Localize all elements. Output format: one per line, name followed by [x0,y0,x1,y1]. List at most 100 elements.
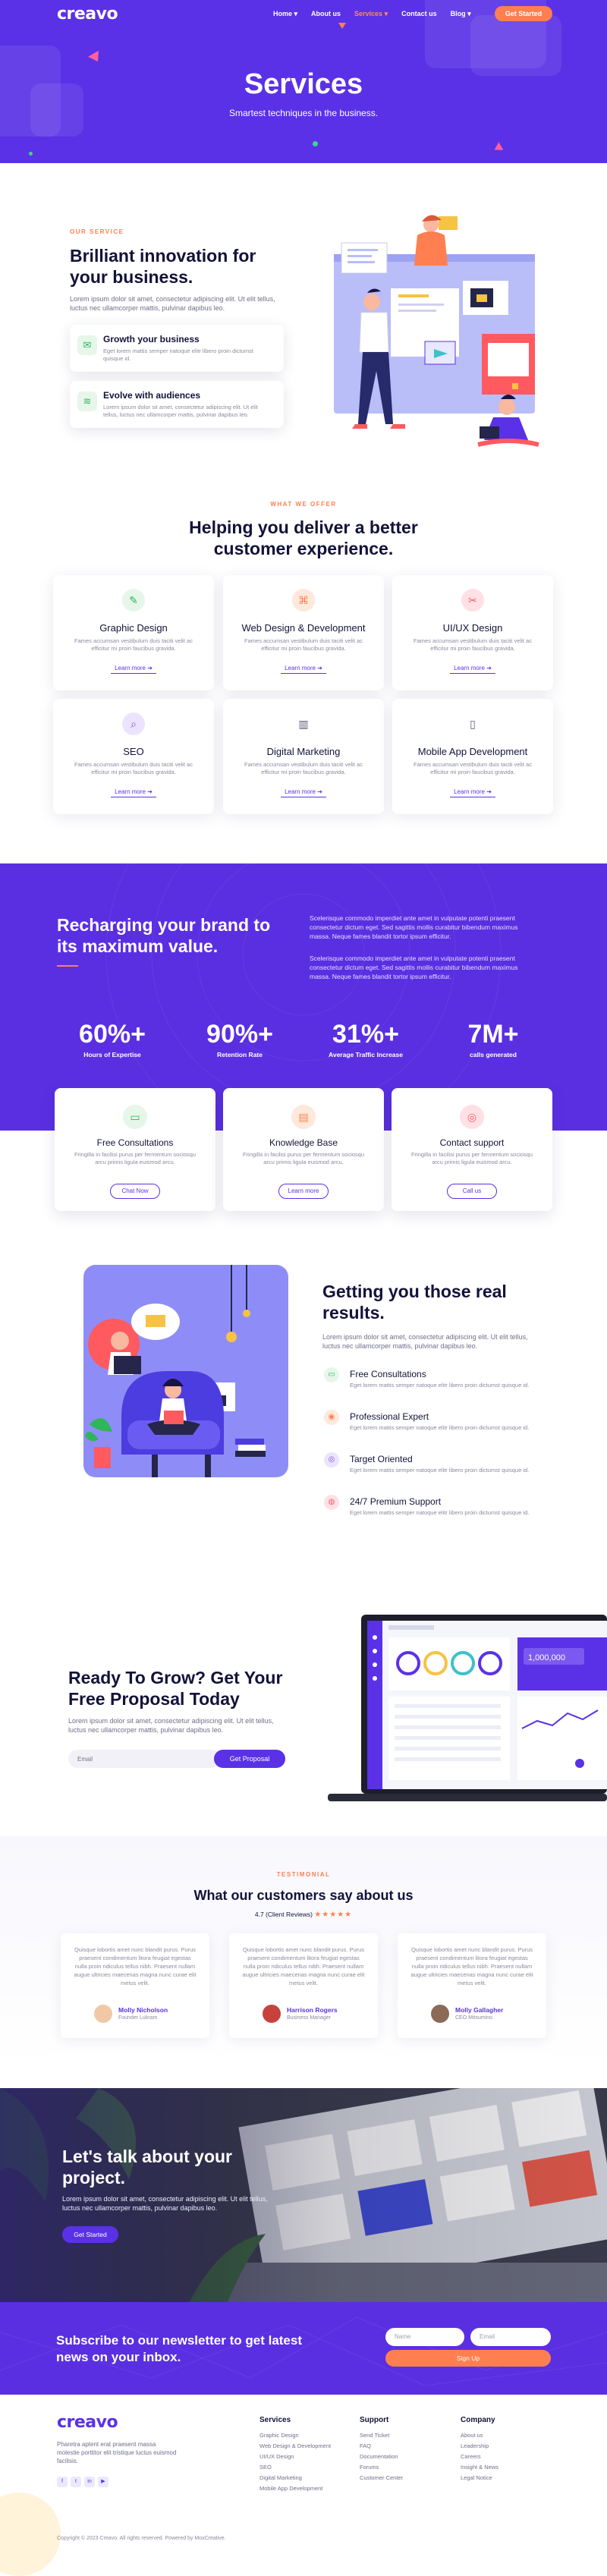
learn-more-link[interactable]: Learn more ➔ [111,665,156,674]
stat-item: 31%+ Average Traffic Increase [305,1020,426,1058]
title-underline [57,965,78,967]
support-text: Fringilla in facilisi purus per fermentu… [410,1151,533,1165]
get-started-button[interactable]: Get Started [495,6,552,21]
stat-value: 90%+ [206,1020,273,1049]
footer-link[interactable]: Forums [360,2464,403,2471]
footer-link[interactable]: Web Design & Development [259,2442,331,2449]
footer-link[interactable]: Legal Notice [461,2474,498,2481]
footer-link[interactable]: SEO [259,2464,331,2471]
illustration-artwork [85,1265,266,1477]
section-title: Let's talk about your project. [62,2147,233,2188]
sign-up-button[interactable]: Sign Up [385,2350,551,2367]
footer-link[interactable]: Leadership [461,2442,498,2449]
logo[interactable]: creavo [57,5,118,24]
lifebuoy-icon: ◍ [324,1495,339,1510]
learn-more-button[interactable]: Learn more [278,1184,329,1199]
proposal-form: Get Proposal [68,1750,285,1768]
hero-section: creavo Home ▾ About us Services ▾ Contac… [0,0,607,163]
service-text: Fames accumsan vestibulum duis taciti ve… [244,761,363,775]
email-field[interactable]: Email [470,2328,551,2346]
service-card[interactable]: ⌘ Web Design & Development Fames accumsa… [223,575,384,690]
result-item: ▭ Free Consultations Eget lorem mattis s… [322,1366,550,1399]
nav-link-services[interactable]: Services ▾ [354,10,388,18]
linkedin-icon[interactable]: in [84,2477,95,2487]
footer-logo[interactable]: creavo [57,2413,118,2432]
service-title: SEO [123,746,144,757]
laptop-dashboard-image: 1,000,000 [328,1615,607,1813]
footer-link[interactable]: About us [461,2432,498,2439]
learn-more-link[interactable]: Learn more ➔ [450,665,495,674]
stat-item: 90%+ Retention Rate [179,1020,300,1058]
top-navbar: creavo Home ▾ About us Services ▾ Contac… [0,0,607,27]
footer-link[interactable]: FAQ [360,2442,403,2449]
footer-heading: Support [360,2416,389,2424]
facebook-icon[interactable]: f [57,2477,68,2487]
footer-link[interactable]: Graphic Design [259,2432,331,2439]
mobile-icon: ▯ [461,712,484,735]
service-card[interactable]: ▯ Mobile App Development Fames accumsan … [392,699,553,814]
support-title: Knowledge Base [269,1137,338,1148]
chat-now-button[interactable]: Chat Now [110,1184,160,1199]
learn-more-link[interactable]: Learn more ➔ [450,788,495,797]
section-title: Brilliant innovation for your business. [70,246,256,287]
testimonial-card: Quisque lobortis amet nunc blandit purus… [61,1933,209,2038]
section-text: Lorem ipsum dolor sit amet, consectetur … [322,1333,528,1350]
name-field[interactable]: Name [385,2328,464,2346]
support-text: Fringilla in facilisi purus per fermentu… [74,1151,197,1165]
footer-link[interactable]: Documentation [360,2453,403,2460]
service-text: Fames accumsan vestibulum duis taciti ve… [74,637,193,652]
footer-link[interactable]: Careers [461,2453,498,2460]
rating-summary: 4.7 (Client Reviews) ★★★★★ [0,1911,607,1919]
nav-link-about[interactable]: About us [311,10,341,18]
footer-link[interactable]: Insight & News [461,2464,498,2471]
footer-link[interactable]: Mobile App Development [259,2485,331,2492]
nav-link-home[interactable]: Home ▾ [273,10,297,18]
get-proposal-button[interactable]: Get Proposal [214,1750,285,1768]
youtube-icon[interactable]: ▶ [98,2477,109,2487]
service-text: Fames accumsan vestibulum duis taciti ve… [244,637,363,652]
footer-link[interactable]: Digital Marketing [259,2474,331,2481]
learn-more-link[interactable]: Learn more ➔ [111,788,156,797]
feature-card: ✉ Growth your business Eget lorem mattis… [70,325,284,372]
get-started-button[interactable]: Get Started [62,2226,118,2243]
section-eyebrow: WHAT WE OFFER [270,501,337,508]
page-title: Services [244,68,363,100]
email-field[interactable] [68,1750,220,1768]
footer-link[interactable]: Send Ticket [360,2432,403,2439]
stat-value: 31%+ [332,1020,399,1049]
nav-links: Home ▾ About us Services ▾ Contact us Bl… [273,10,471,18]
footer-link[interactable]: Customer Center [360,2474,403,2481]
section-title: What our customers say about us [193,1888,414,1903]
twitter-icon[interactable]: t [71,2477,81,2487]
seo-search-icon: ⌕ [122,712,145,735]
book-icon: ▤ [291,1105,316,1129]
avatar [263,2005,281,2023]
feature-title: Growth your business [103,334,200,344]
learn-more-link[interactable]: Learn more ➔ [281,788,326,797]
service-title: UI/UX Design [442,622,503,634]
call-us-button[interactable]: Call us [447,1184,497,1199]
section-eyebrow: OUR SERVICE [70,228,124,235]
copyright: Copyright © 2023 Creavo. All rights rese… [57,2536,226,2541]
chat-icon: ▭ [123,1105,147,1129]
expert-icon: ◉ [324,1410,339,1425]
wifi-icon: ≋ [77,392,97,411]
testimonial-card: Quisque lobortis amet nunc blandit purus… [229,1933,378,2038]
rating-text: 4.7 (Client Reviews) [254,1911,313,1918]
result-item: ◎ Target Oriented Eget lorem mattis semp… [322,1451,550,1484]
footer-link[interactable]: UI/UX Design [259,2453,331,2460]
result-text: Eget lorem mattis semper natoque elitr l… [350,1509,530,1516]
service-card[interactable]: ⌕ SEO Fames accumsan vestibulum duis tac… [53,699,214,814]
service-card[interactable]: ✎ Graphic Design Fames accumsan vestibul… [53,575,214,690]
footer-heading: Company [461,2416,495,2424]
footer-column-services: Services Graphic Design Web Design & Dev… [259,2416,331,2496]
nav-link-contact[interactable]: Contact us [401,10,437,18]
newsletter-title: Subscribe to our newsletter to get lates… [56,2333,303,2364]
service-card[interactable]: ✂ UI/UX Design Fames accumsan vestibulum… [392,575,553,690]
support-card: ▤ Knowledge Base Fringilla in facilisi p… [223,1088,384,1211]
section-title: Recharging your brand to its maximum val… [57,915,271,956]
service-card[interactable]: ▥ Digital Marketing Fames accumsan vesti… [223,699,384,814]
learn-more-link[interactable]: Learn more ➔ [281,665,326,674]
section-text: Lorem ipsum dolor sit amet, consectetur … [68,1717,274,1734]
nav-link-blog[interactable]: Blog ▾ [451,10,471,18]
